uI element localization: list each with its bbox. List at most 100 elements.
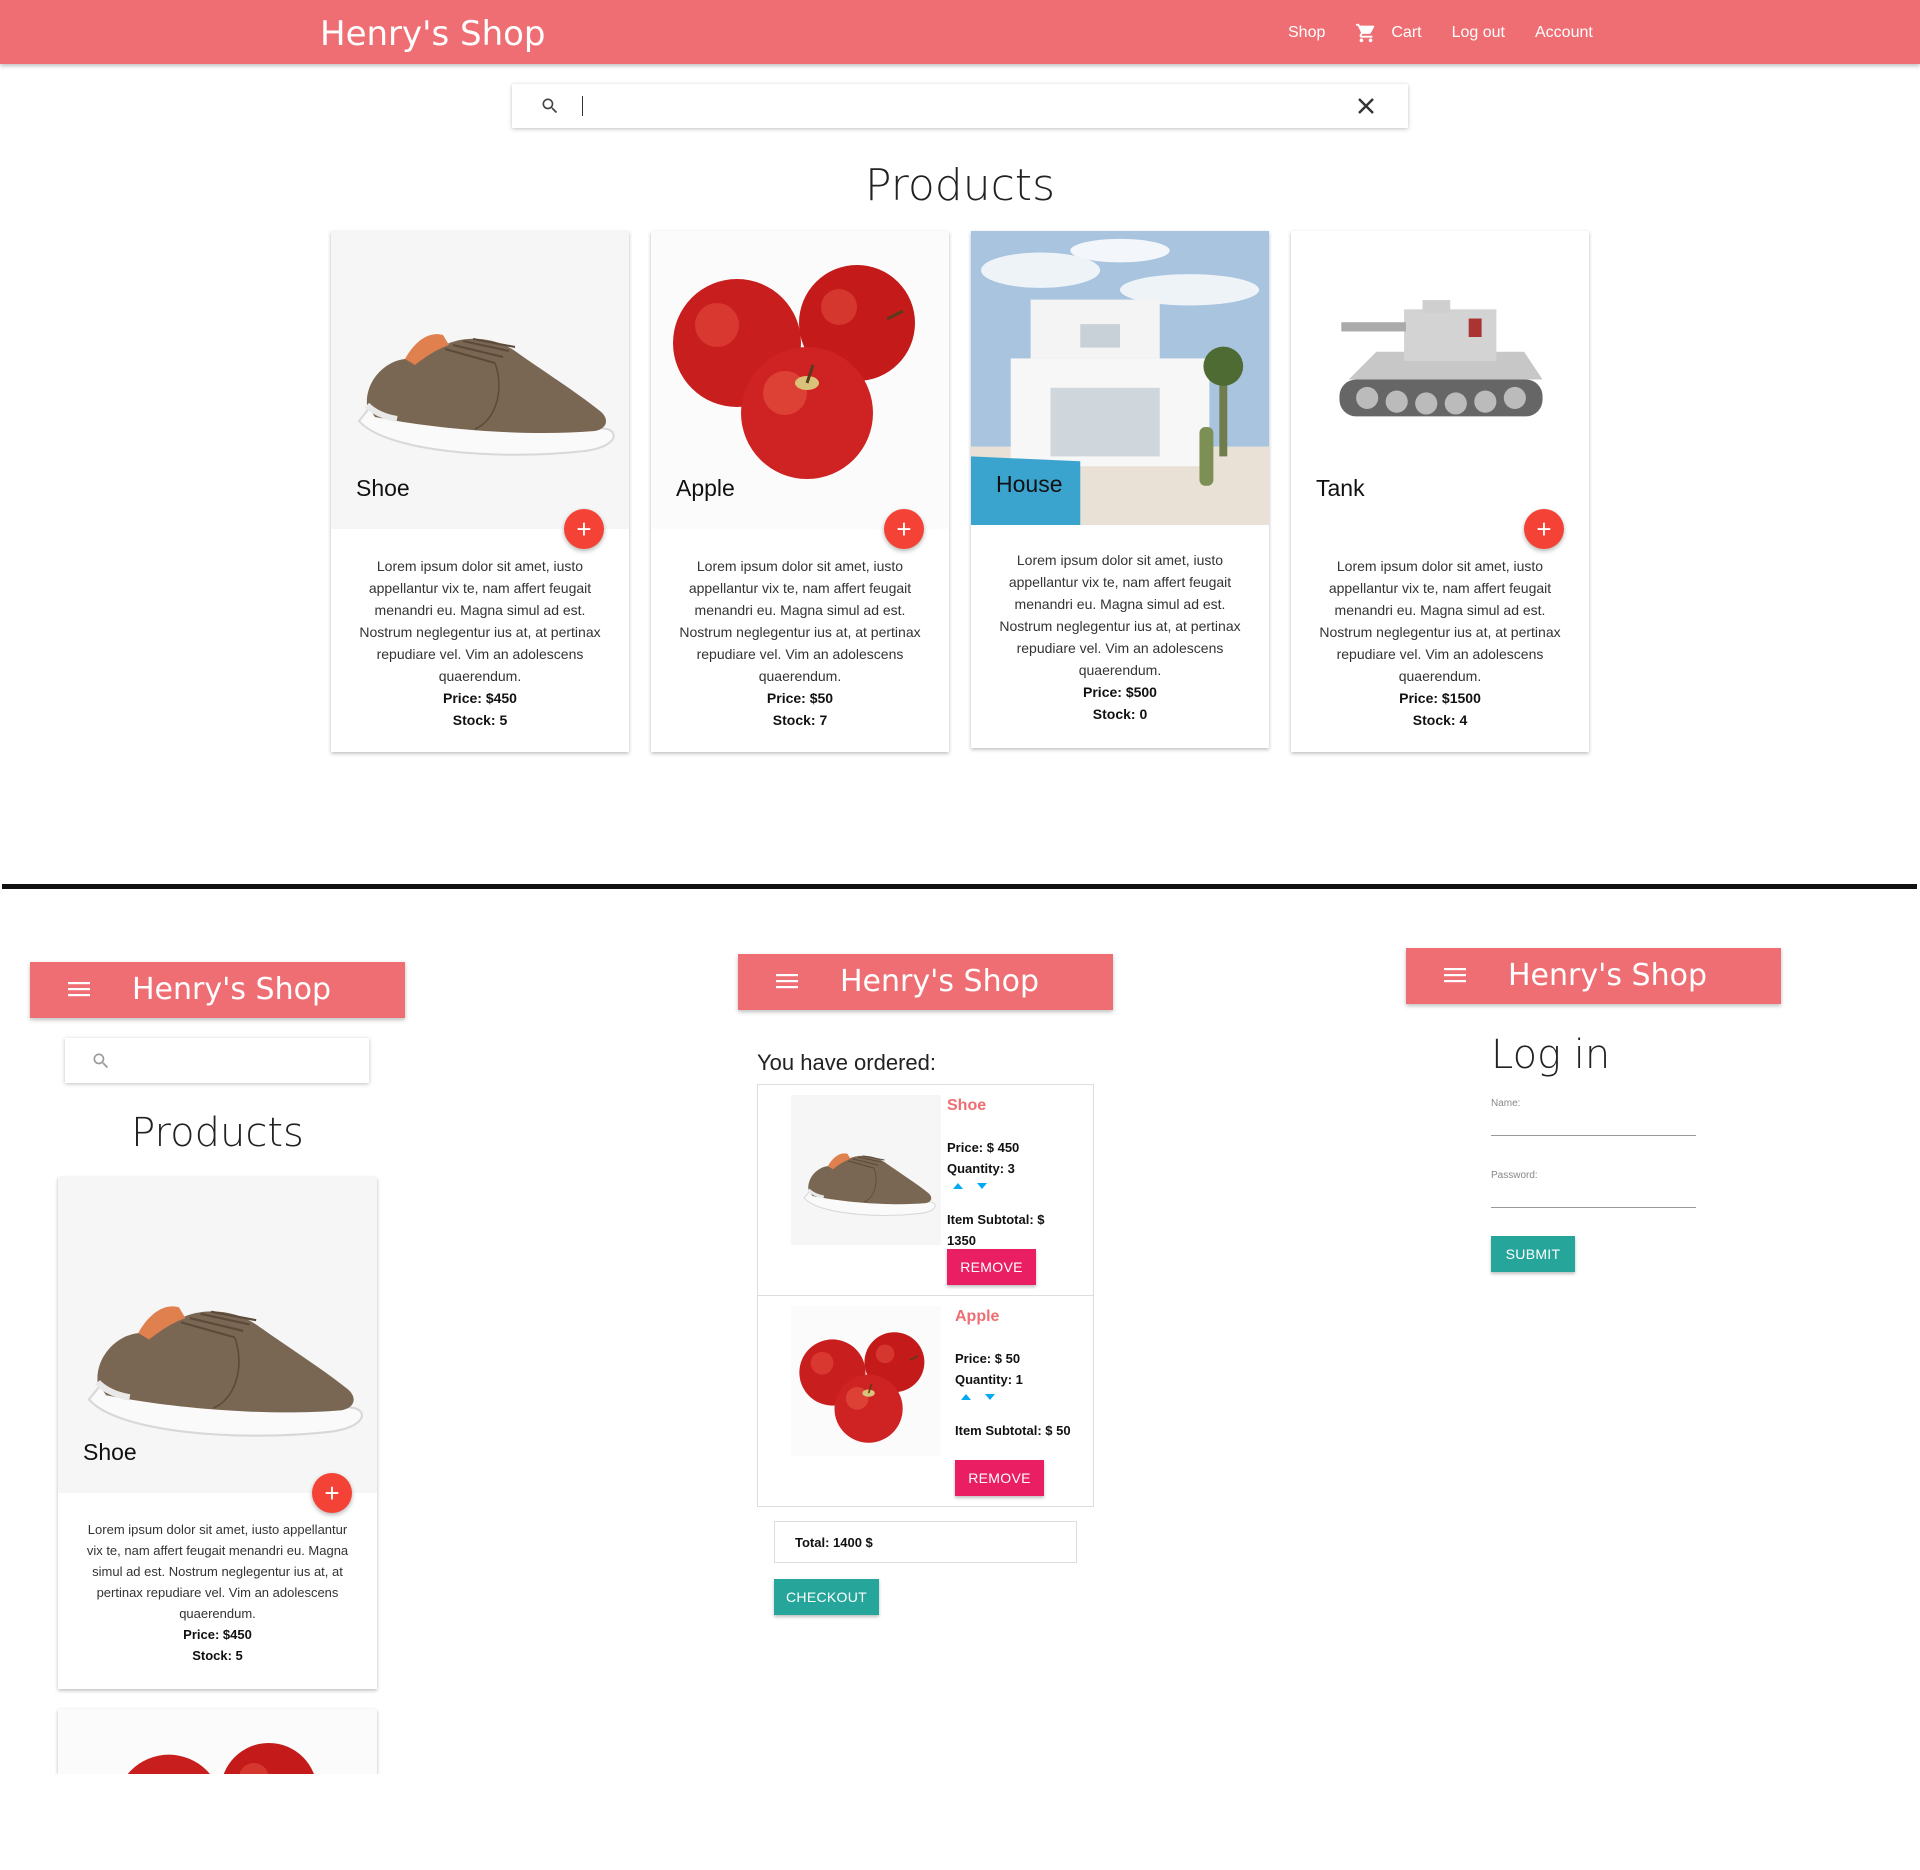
product-image-container — [58, 1709, 377, 1774]
product-text: Lorem ipsum dolor sit amet, iusto appell… — [999, 552, 1241, 678]
brand-logo[interactable]: Henry's Shop — [840, 964, 1039, 999]
product-title: Tank — [1316, 475, 1365, 501]
nav-links: Shop Cart Log out Account — [1288, 22, 1593, 44]
product-description: Lorem ipsum dolor sit amet, iusto appell… — [1291, 529, 1589, 731]
product-price: Price: $450 — [443, 690, 517, 706]
shoe-image — [802, 1151, 937, 1217]
menu-icon[interactable] — [1444, 966, 1466, 984]
close-icon[interactable] — [1354, 94, 1378, 118]
password-label: Password: — [1491, 1170, 1538, 1181]
nav-cart-link[interactable]: Cart — [1355, 22, 1422, 44]
search-bar — [512, 84, 1408, 128]
product-price: Price: $50 — [766, 690, 834, 706]
mobile-navbar: Henry's Shop — [1406, 948, 1781, 1004]
products-heading: Products — [131, 1110, 304, 1156]
product-card: Tank + Lorem ipsum dolor sit amet, iusto… — [1291, 231, 1589, 752]
arrow-down-icon[interactable] — [985, 1394, 995, 1400]
nav-logout-link[interactable]: Log out — [1452, 24, 1505, 42]
name-input[interactable] — [1491, 1109, 1696, 1135]
product-title: Shoe — [83, 1439, 137, 1465]
quantity-stepper — [961, 1394, 995, 1400]
shoe-image — [345, 301, 625, 471]
product-image-container: Tank — [1291, 231, 1589, 529]
product-price: Price: $1500 — [1399, 690, 1481, 706]
product-price: Price: $450 — [183, 1627, 252, 1642]
product-description: Lorem ipsum dolor sit amet, iusto appell… — [971, 525, 1269, 725]
remove-button[interactable]: REMOVE — [955, 1460, 1044, 1496]
brand-logo[interactable]: Henry's Shop — [132, 972, 331, 1007]
product-image-container: House — [971, 231, 1269, 525]
nav-cart-label: Cart — [1391, 24, 1422, 41]
product-description: Lorem ipsum dolor sit amet, iusto appell… — [651, 529, 949, 731]
cart-heading: You have ordered: — [757, 1050, 936, 1075]
product-stock: Stock: 5 — [192, 1648, 243, 1663]
cart-item-image — [791, 1095, 941, 1245]
add-to-cart-button[interactable]: + — [564, 509, 604, 549]
product-text: Lorem ipsum dolor sit amet, iusto appell… — [679, 558, 921, 684]
cart-item-subtotal: Item Subtotal: $ 1350 — [947, 1212, 1045, 1248]
submit-button[interactable]: SUBMIT — [1491, 1236, 1575, 1272]
product-description: Lorem ipsum dolor sit amet, iusto appell… — [58, 1493, 377, 1666]
apple-image — [114, 1741, 319, 1774]
cart-item-quantity: Quantity: 3 — [947, 1161, 1015, 1176]
menu-icon[interactable] — [776, 972, 798, 990]
name-underline — [1491, 1135, 1696, 1136]
menu-icon[interactable] — [68, 980, 90, 998]
product-image-container: Shoe — [331, 231, 629, 529]
arrow-down-icon[interactable] — [977, 1183, 987, 1189]
product-text: Lorem ipsum dolor sit amet, iusto appell… — [86, 1522, 349, 1621]
add-to-cart-button[interactable]: + — [884, 509, 924, 549]
cart-item: Shoe Price: $ 450 Quantity: 3 Item Subto… — [758, 1085, 1093, 1296]
checkout-button[interactable]: CHECKOUT — [774, 1579, 879, 1615]
cart-item-quantity: Quantity: 1 — [955, 1372, 1023, 1387]
tank-image — [1339, 300, 1543, 417]
nav-shop-link[interactable]: Shop — [1288, 24, 1325, 42]
search-bar — [65, 1038, 369, 1083]
password-input[interactable] — [1491, 1181, 1696, 1207]
product-card: Shoe + Lorem ipsum dolor sit amet, iusto… — [331, 231, 629, 752]
brand-logo[interactable]: Henry's Shop — [320, 14, 546, 54]
nav-account-link[interactable]: Account — [1535, 24, 1593, 42]
product-card: House Lorem ipsum dolor sit amet, iusto … — [971, 231, 1269, 748]
cart-item-price: Price: $ 50 — [955, 1351, 1021, 1366]
apple-image — [671, 263, 917, 481]
mobile-navbar: Henry's Shop — [30, 962, 405, 1018]
name-label: Name: — [1491, 1098, 1521, 1109]
product-image-container: Shoe — [58, 1177, 377, 1493]
cart-item: Apple Price: $ 50 Quantity: 1 Item Subto… — [758, 1296, 1093, 1507]
add-icon: + — [896, 514, 912, 544]
mobile-navbar: Henry's Shop — [738, 954, 1113, 1010]
product-stock: Stock: 7 — [772, 712, 828, 728]
search-input[interactable] — [125, 1047, 355, 1073]
product-title: House — [996, 471, 1063, 497]
product-card: Apple + Lorem ipsum dolor sit amet, iust… — [651, 231, 949, 752]
cart-list: Shoe Price: $ 450 Quantity: 3 Item Subto… — [757, 1084, 1094, 1507]
cart-item-subtotal: Item Subtotal: $ 50 — [955, 1423, 1071, 1438]
search-icon — [542, 98, 558, 114]
product-title: Shoe — [356, 475, 410, 501]
products-heading: Products — [865, 160, 1055, 211]
cart-total: Total: 1400 $ — [774, 1521, 1077, 1563]
remove-button[interactable]: REMOVE — [947, 1249, 1036, 1285]
product-price: Price: $500 — [1083, 684, 1157, 700]
cart-item-name: Shoe — [947, 1097, 987, 1114]
text-caret — [582, 96, 583, 116]
brand-logo[interactable]: Henry's Shop — [1508, 958, 1707, 993]
product-stock: Stock: 5 — [452, 712, 508, 728]
product-text: Lorem ipsum dolor sit amet, iusto appell… — [359, 558, 601, 684]
arrow-up-icon[interactable] — [961, 1394, 971, 1400]
name-field: Name: — [1491, 1098, 1696, 1136]
cart-item-image — [791, 1306, 941, 1456]
product-stock: Stock: 0 — [1092, 706, 1148, 722]
product-card: Shoe + Lorem ipsum dolor sit amet, iusto… — [58, 1177, 377, 1689]
add-to-cart-button[interactable]: + — [1524, 509, 1564, 549]
arrow-up-icon[interactable] — [953, 1183, 963, 1189]
shoe-image — [74, 1267, 374, 1457]
search-input[interactable] — [588, 92, 1348, 120]
add-to-cart-button[interactable]: + — [312, 1473, 352, 1513]
top-navbar: Henry's Shop Shop Cart Log out Account — [0, 0, 1920, 64]
product-title: Apple — [676, 475, 735, 501]
product-image-container: Apple — [651, 231, 949, 529]
scroll-cutoff — [40, 1774, 400, 1870]
password-field: Password: — [1491, 1170, 1696, 1208]
